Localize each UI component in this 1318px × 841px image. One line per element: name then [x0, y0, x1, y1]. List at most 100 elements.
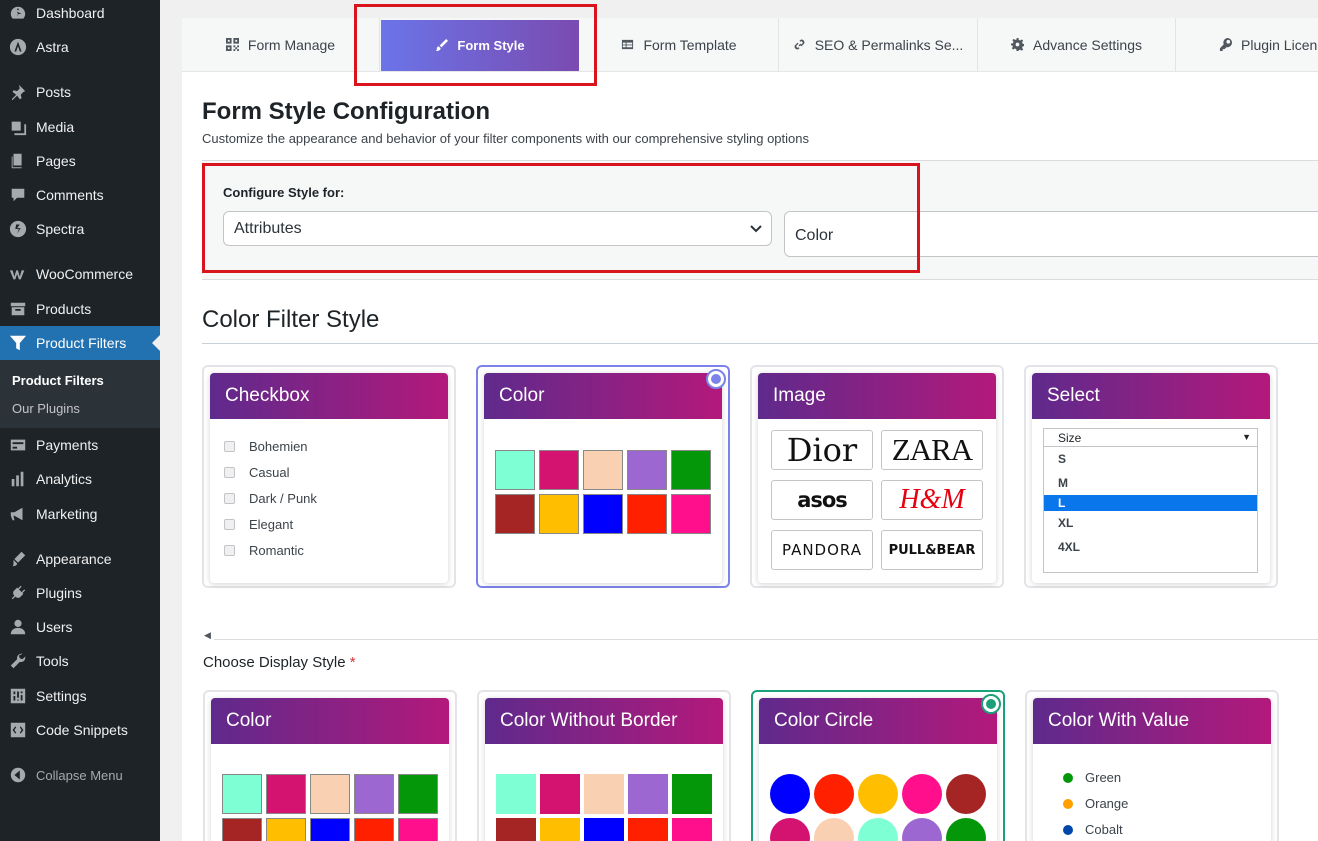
tab-form-style[interactable]: Form Style [381, 20, 579, 71]
user-icon [8, 617, 28, 637]
checkbox-label: Bohemien [249, 439, 308, 454]
configure-style-label: Configure Style for: [223, 185, 345, 200]
color-dot [1063, 798, 1073, 809]
filter-icon [8, 333, 28, 353]
display-card-color-without-border[interactable]: Color Without Border [477, 690, 731, 841]
collapse-menu-button[interactable]: Collapse Menu [0, 758, 160, 792]
color-swatch [496, 774, 536, 814]
menu-item-label: Marketing [36, 506, 98, 522]
archive-icon [8, 299, 28, 319]
display-card-color[interactable]: Color [203, 690, 457, 841]
menu-item-analytics[interactable]: Analytics [0, 462, 160, 496]
color-swatch [539, 494, 579, 534]
card-preview: Color Without Border [485, 698, 723, 841]
color-swatch [671, 494, 711, 534]
color-value-label: Cobalt [1085, 822, 1123, 837]
page-subtitle: Customize the appearance and behavior of… [202, 131, 810, 146]
menu-item-tools[interactable]: Tools [0, 644, 160, 678]
display-card-color-with-value[interactable]: Color With Value Green Orange Cobalt [1025, 690, 1279, 841]
menu-item-users[interactable]: Users [0, 610, 160, 644]
color-swatch [672, 774, 712, 814]
checkbox [224, 467, 235, 478]
color-circle-swatch [858, 818, 898, 841]
pin-icon [8, 82, 28, 102]
menu-item-label: WooCommerce [36, 266, 133, 282]
style-type-select[interactable]: Attributes [223, 211, 772, 246]
card-title: Select [1032, 373, 1270, 419]
tab-label: SEO & Permalinks Se... [814, 37, 964, 53]
card-preview: Color [211, 698, 449, 841]
color-swatch [628, 818, 668, 841]
color-swatch [398, 774, 438, 814]
color-swatch [540, 818, 580, 841]
menu-item-woocommerce[interactable]: WooCommerce [0, 257, 160, 291]
menu-item-label: Settings [36, 688, 87, 704]
menu-item-label: Appearance [36, 551, 112, 567]
color-swatch [627, 494, 667, 534]
color-circle-swatch [814, 818, 854, 841]
submenu-our-plugins[interactable]: Our Plugins [12, 401, 80, 416]
product-filters-submenu: Product Filters Our Plugins [0, 360, 160, 428]
checkbox [224, 441, 235, 452]
color-swatch [584, 818, 624, 841]
menu-item-appearance[interactable]: Appearance [0, 542, 160, 576]
brand-logo-dior: Dior [771, 430, 873, 470]
menu-item-payments[interactable]: Payments [0, 428, 160, 462]
menu-item-label: Comments [36, 187, 104, 203]
menu-item-settings[interactable]: Settings [0, 679, 160, 713]
menu-item-comments[interactable]: Comments [0, 178, 160, 212]
tab-form-manage[interactable]: Form Manage [182, 18, 380, 72]
menu-item-product-filters[interactable]: Product Filters [0, 326, 160, 360]
color-swatch [222, 774, 262, 814]
style-card-image[interactable]: Image Dior ZARA asos H&M PANDORA PULL&BE… [750, 365, 1004, 588]
style-card-color[interactable]: Color [476, 365, 730, 588]
color-swatch [627, 450, 667, 490]
checkbox-preview-item: Bohemien [224, 439, 308, 454]
dashboard-icon [8, 3, 28, 23]
collapse-icon [8, 765, 28, 785]
menu-item-spectra[interactable]: Spectra [0, 212, 160, 246]
settings-icon [8, 686, 28, 706]
configure-style-panel: Configure Style for: Attributes Color [202, 160, 1318, 280]
payments-icon [8, 435, 28, 455]
tab-form-template[interactable]: Form Template [580, 18, 779, 72]
tab-label: Advance Settings [1033, 37, 1142, 53]
tab-seo-permalinks[interactable]: SEO & Permalinks Se... [779, 18, 978, 72]
color-circle-swatch [902, 818, 942, 841]
color-swatch [266, 774, 306, 814]
color-swatch [354, 818, 394, 841]
style-card-checkbox[interactable]: Checkbox Bohemien Casual Dark / Punk Ele… [202, 365, 456, 588]
menu-item-products[interactable]: Products [0, 292, 160, 326]
tab-advance-settings[interactable]: Advance Settings [978, 18, 1176, 72]
select-preview-value: Size ▼ [1044, 429, 1257, 447]
gear-icon [1011, 38, 1025, 52]
menu-item-marketing[interactable]: Marketing [0, 497, 160, 531]
menu-item-posts[interactable]: Posts [0, 75, 160, 109]
checkbox-label: Casual [249, 465, 290, 480]
menu-item-label: Tools [36, 653, 69, 669]
menu-item-media[interactable]: Media [0, 110, 160, 144]
card-preview: Color With Value Green Orange Cobalt [1033, 698, 1271, 841]
menu-item-label: Plugins [36, 585, 82, 601]
attribute-select[interactable]: Color [784, 211, 1318, 257]
display-card-color-circle[interactable]: Color Circle [751, 690, 1005, 841]
color-swatch [584, 774, 624, 814]
checkbox-preview-item: Romantic [224, 543, 304, 558]
menu-item-dashboard[interactable]: Dashboard [0, 0, 160, 30]
scroll-left-arrow-icon[interactable]: ◀ [204, 630, 211, 641]
horizontal-scrollbar[interactable] [214, 639, 1318, 640]
menu-item-astra[interactable]: Astra [0, 30, 160, 64]
checkbox-label: Elegant [249, 517, 294, 532]
menu-item-pages[interactable]: Pages [0, 144, 160, 178]
menu-item-plugins[interactable]: Plugins [0, 576, 160, 610]
color-swatch [266, 818, 306, 841]
color-swatch [495, 450, 535, 490]
submenu-product-filters[interactable]: Product Filters [12, 373, 104, 388]
style-card-select[interactable]: Select Size ▼ S M L XL 4XL [1024, 365, 1278, 588]
analytics-icon [8, 469, 28, 489]
menu-item-code-snippets[interactable]: Code Snippets [0, 713, 160, 747]
select-preview: Size ▼ S M L XL 4XL [1043, 428, 1258, 573]
color-swatch [310, 774, 350, 814]
tab-label: Plugin Licen [1241, 37, 1318, 53]
tab-plugin-license[interactable]: Plugin Licen [1177, 18, 1318, 72]
